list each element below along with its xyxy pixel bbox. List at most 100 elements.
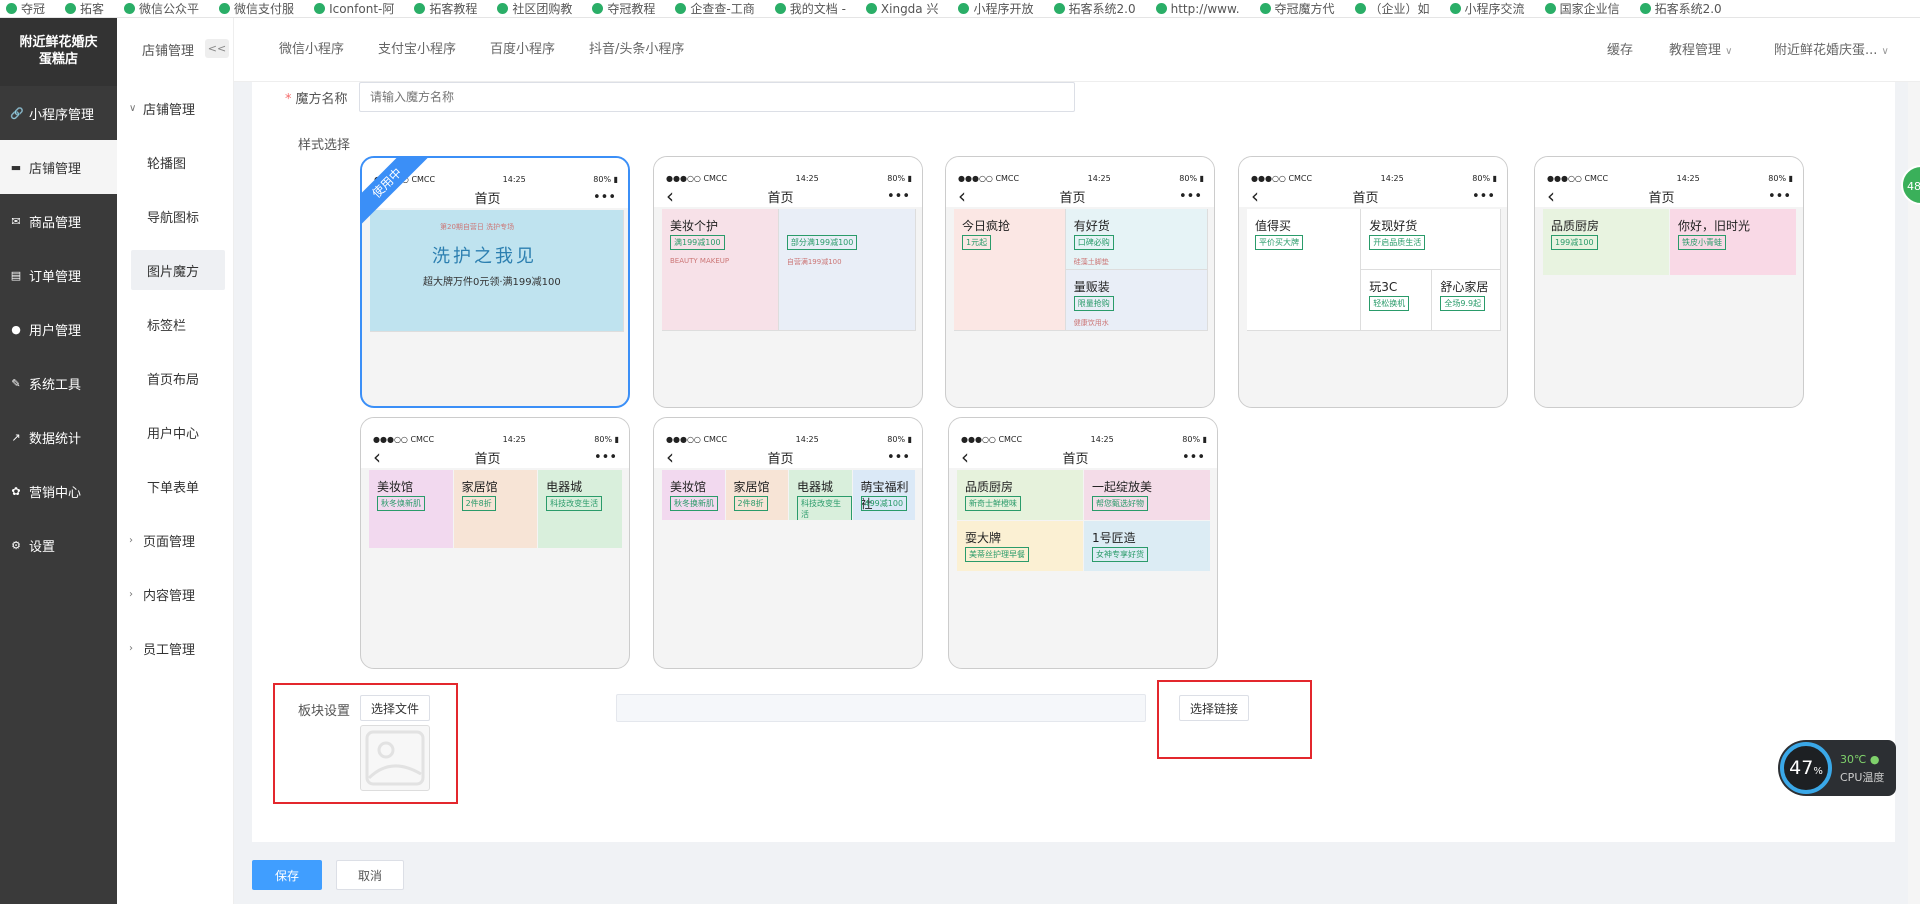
shop-switcher[interactable]: 附近鲜花婚庆蛋... ∨ <box>1774 18 1889 82</box>
save-button[interactable]: 保存 <box>252 860 322 890</box>
bookmark-item[interactable]: 企查查-工商 <box>669 0 755 17</box>
bookmark-item[interactable]: 夺冠 <box>0 0 45 17</box>
sidebar-item-chart[interactable]: ↗ 数据统计 <box>0 410 117 464</box>
goods-icon: ✉ <box>11 214 21 228</box>
battery-icon: ▮ <box>1202 435 1207 444</box>
bookmark-item[interactable]: Xingda 兴 <box>860 0 938 17</box>
magic-tile: 美妆馆 秋冬换新肌 <box>662 470 725 521</box>
collapse-sidebar-button[interactable]: << <box>205 39 229 58</box>
subnav-item[interactable]: 下单表单 <box>117 459 233 513</box>
bookmark-item[interactable]: 国家企业信 <box>1539 0 1620 17</box>
bookmark-item[interactable]: 拓客系统2.0 <box>1048 0 1136 17</box>
magic-tile: 家居馆 2件8折 <box>453 470 538 549</box>
bookmark-item[interactable]: 小程序开放 <box>952 0 1034 17</box>
sidebar-item-user[interactable]: ● 用户管理 <box>0 302 117 356</box>
subnav-group[interactable]: › 内容管理 <box>117 567 233 621</box>
bookmark-item[interactable]: 我的文档 - <box>769 0 846 17</box>
sidebar-item-order[interactable]: ▤ 订单管理 <box>0 248 117 302</box>
subnav-group-shop[interactable]: ∨ 店铺管理 <box>117 81 233 135</box>
tab-douyin[interactable]: 抖音/头条小程序 <box>589 18 684 82</box>
chevron-right-icon: › <box>129 588 133 600</box>
tab-alipay[interactable]: 支付宝小程序 <box>378 18 456 82</box>
cache-link[interactable]: 缓存 <box>1607 18 1633 82</box>
bookmark-item[interactable]: 社区团购教 <box>491 0 572 17</box>
subnav-item[interactable]: 图片魔方 <box>131 250 225 290</box>
tile-note: 第20期自营日 洗护专场 <box>440 223 515 231</box>
subnav-item[interactable]: 用户中心 <box>117 405 233 459</box>
tile-subtitle: 1元起 <box>962 235 992 250</box>
style-option-1[interactable]: ●●●○○ CMCC 14:25 80% ▮ ‹ 首页 ••• 洗护之我见 超大… <box>360 156 630 408</box>
bookmark-icon <box>1639 3 1651 14</box>
bookmark-item[interactable]: 拓客系统2.0 <box>1634 0 1722 17</box>
cube-name-input[interactable] <box>359 82 1075 112</box>
cancel-button[interactable]: 取消 <box>336 860 404 890</box>
sidebar-item-shop[interactable]: ▬ 店铺管理 <box>0 140 117 194</box>
bookmark-item[interactable]: （企业）如 <box>1349 0 1430 17</box>
tile-title: 品质厨房 <box>1551 219 1600 233</box>
phone-status-bar: ●●●○○ CMCC 14:25 80% ▮ <box>361 418 629 446</box>
bookmark-item[interactable]: 小程序交流 <box>1444 0 1525 17</box>
tab-baidu[interactable]: 百度小程序 <box>490 18 555 82</box>
shop-icon: ▬ <box>10 160 22 174</box>
style-option-6[interactable]: ●●●○○ CMCC 14:25 80% ▮ ‹ 首页 ••• 美妆馆 秋冬焕新… <box>360 417 630 669</box>
style-option-7[interactable]: ●●●○○ CMCC 14:25 80% ▮ ‹ 首页 ••• 美妆馆 秋冬换新… <box>653 417 923 669</box>
style-option-5[interactable]: ●●●○○ CMCC 14:25 80% ▮ ‹ 首页 ••• 品质厨房 199… <box>1534 156 1804 408</box>
battery-icon: ▮ <box>614 435 619 444</box>
subnav-item[interactable]: 轮播图 <box>117 135 233 189</box>
choose-file-button[interactable]: 选择文件 <box>360 695 431 721</box>
bookmark-item[interactable]: 微信公众平 <box>118 0 199 17</box>
bookmark-item[interactable]: 微信支付服 <box>213 0 294 17</box>
bookmark-item[interactable]: 拓客 <box>59 0 104 17</box>
bookmark-item[interactable]: 拓客教程 <box>408 0 477 17</box>
phone-nav-bar: ‹ 首页 ••• <box>654 184 922 208</box>
top-bar: 微信小程序 支付宝小程序 百度小程序 抖音/头条小程序 缓存 教程管理 ∨ 附近… <box>234 18 1920 82</box>
link-icon: 🔗 <box>10 106 24 120</box>
sidebar-item-goods[interactable]: ✉ 商品管理 <box>0 194 117 248</box>
battery-icon: ▮ <box>907 435 912 444</box>
tile-note: BEAUTY MAKEUP <box>670 257 730 265</box>
tile-subtitle: 开启品质生活 <box>1369 235 1426 250</box>
order-icon: ▤ <box>10 268 22 282</box>
style-option-3[interactable]: ●●●○○ CMCC 14:25 80% ▮ ‹ 首页 ••• 今日疯抢 1元起… <box>945 156 1215 408</box>
tab-wechat[interactable]: 微信小程序 <box>279 18 344 82</box>
subnav-item[interactable]: 首页布局 <box>117 351 233 405</box>
bookmark-icon <box>592 3 604 14</box>
choose-link-button[interactable]: 选择链接 <box>1179 695 1250 721</box>
link-input[interactable] <box>616 694 1146 722</box>
battery-icon: ▮ <box>907 174 912 183</box>
subnav-item[interactable]: 导航图标 <box>117 189 233 243</box>
subnav-item[interactable]: 标签栏 <box>117 297 233 351</box>
bookmark-item[interactable]: 夺冠魔方代 <box>1254 0 1335 17</box>
more-icon: ••• <box>1181 449 1205 465</box>
sidebar-item-link[interactable]: 🔗 小程序管理 <box>0 86 117 140</box>
back-icon: ‹ <box>961 445 969 469</box>
side-badge[interactable]: 48 <box>1901 165 1920 205</box>
style-option-8[interactable]: ●●●○○ CMCC 14:25 80% ▮ ‹ 首页 ••• 品质厨房 新奇士… <box>948 417 1218 669</box>
subnav-group[interactable]: › 员工管理 <box>117 621 233 675</box>
tile-note: 自营满199减100 <box>786 258 842 266</box>
tile-subtitle: 女神专享好货 <box>1092 547 1148 563</box>
style-option-2[interactable]: ●●●○○ CMCC 14:25 80% ▮ ‹ 首页 ••• 美妆个护 满19… <box>653 156 923 408</box>
back-icon: ‹ <box>666 445 674 469</box>
sidebar-item-marketing[interactable]: ✿ 营销中心 <box>0 464 117 518</box>
magic-tile: 洗护之我见 超大牌万件0元领·满199减100 第20期自营日 洗护专场 <box>370 210 623 331</box>
phone-title: 首页 <box>767 190 794 206</box>
style-option-4[interactable]: ●●●○○ CMCC 14:25 80% ▮ ‹ 首页 ••• 值得买 平价买大… <box>1238 156 1508 408</box>
tutorial-menu[interactable]: 教程管理 ∨ <box>1669 18 1732 82</box>
sidebar-item-wrench[interactable]: ✎ 系统工具 <box>0 356 117 410</box>
sidebar-item-settings[interactable]: ⚙ 设置 <box>0 518 117 572</box>
bookmark-item[interactable]: Iconfont-阿 <box>308 0 394 17</box>
bookmark-icon <box>65 3 77 14</box>
tile-subtitle: 部分满199减100 <box>786 235 858 250</box>
bookmark-item[interactable]: 夺冠教程 <box>586 0 655 17</box>
magic-tile: 量贩装 限量抢购 健康饮用水 <box>1065 270 1207 330</box>
subnav-group[interactable]: › 页面管理 <box>117 513 233 567</box>
magic-tile: 美妆馆 秋冬焕新肌 <box>369 470 453 549</box>
tile-title: 美妆馆 <box>377 480 414 494</box>
bookmarks-bar: 夺冠 拓客 微信公众平 微信支付服 Iconfont-阿 拓客教程 社区团购教 夺冠教程 企查查… <box>0 0 1920 18</box>
bookmark-item[interactable]: http://www. <box>1150 2 1240 16</box>
phone-content: 值得买 平价买大牌 发现好货 开启品质生活 玩3C 轻松换机 舒心家居 全场9.… <box>1247 209 1501 331</box>
tile-title: 1号匠造 <box>1092 531 1136 546</box>
tile-subtitle: 限量抢购 <box>1073 296 1114 311</box>
image-placeholder-icon[interactable] <box>360 725 430 791</box>
